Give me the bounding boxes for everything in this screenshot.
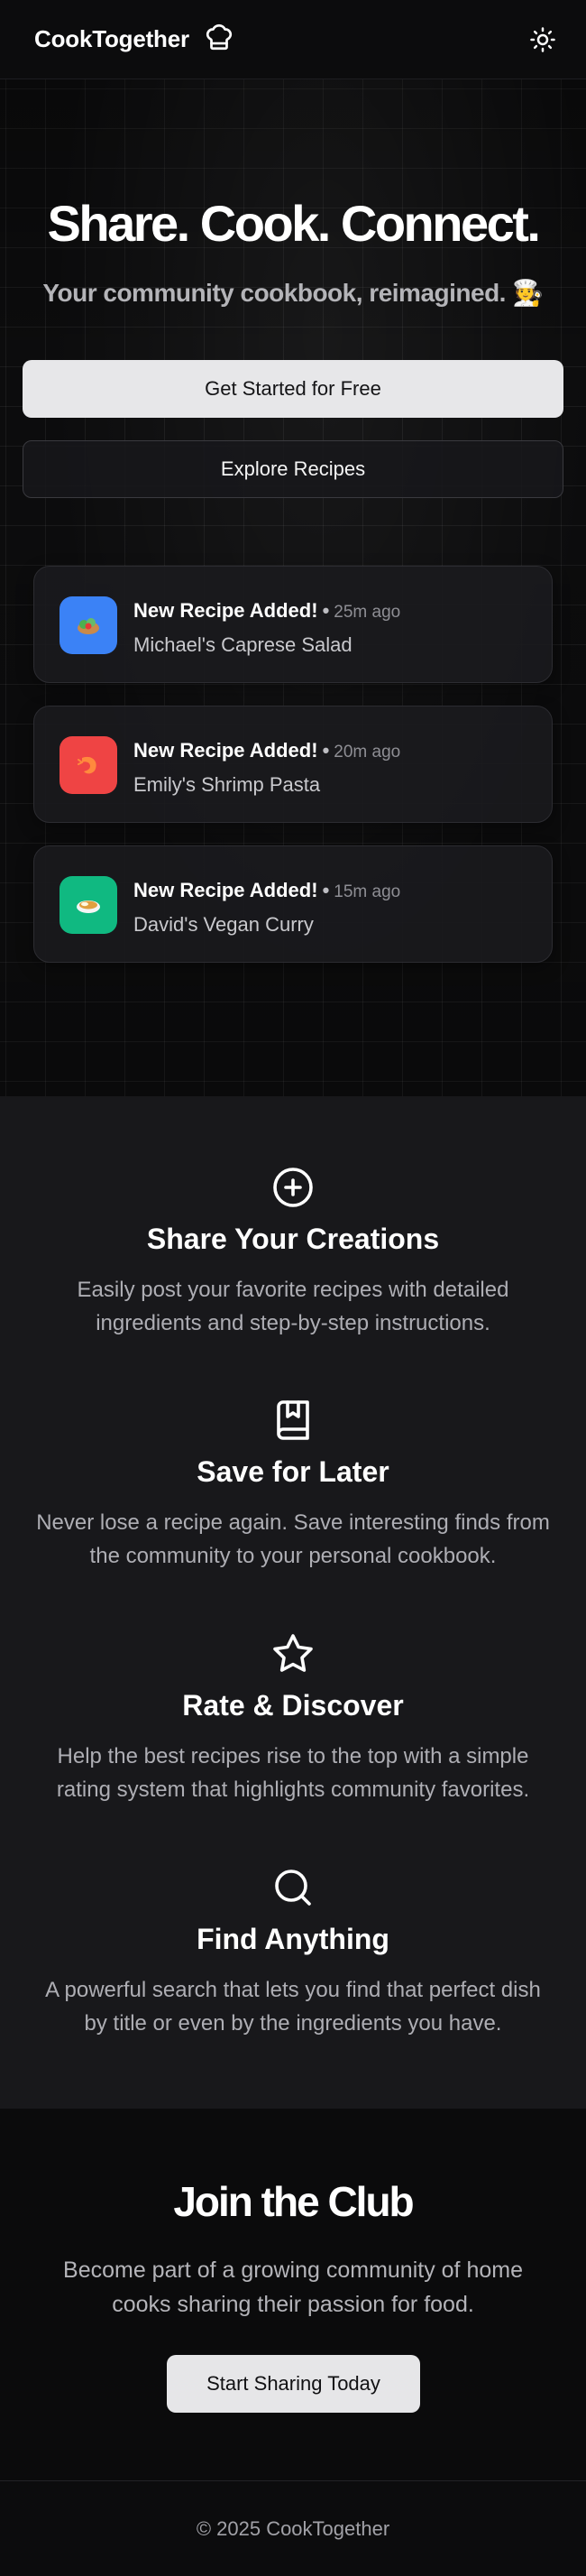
site-footer: © 2025 CookTogether bbox=[0, 2480, 586, 2576]
plus-circle-icon bbox=[273, 1168, 313, 1207]
features-section: Share Your Creations Easily post your fa… bbox=[0, 1096, 586, 2109]
recipe-feed-card[interactable]: New Recipe Added! • 25m ago Michael's Capr… bbox=[33, 566, 553, 683]
feed-separator: • bbox=[322, 599, 330, 622]
feature-description: Never lose a recipe again. Save interest… bbox=[36, 1510, 550, 1568]
feature-title: Share Your Creations bbox=[146, 1223, 440, 1255]
recipe-feed-card[interactable]: New Recipe Added! • 15m ago David's Vegan … bbox=[33, 845, 553, 963]
brand-name[interactable]: CookTogether bbox=[34, 25, 189, 53]
site-header: CookTogether bbox=[0, 0, 586, 79]
sun-icon bbox=[530, 26, 555, 52]
join-description: Become part of a growing community of ho… bbox=[63, 2257, 523, 2317]
salad-icon bbox=[60, 596, 117, 654]
feed-recipe-name: Emily's Shrimp Pasta bbox=[133, 773, 321, 796]
feature-description: A powerful search that lets you find tha… bbox=[45, 1978, 541, 2036]
hero-section: Share. Cook. Connect. Your community coo… bbox=[0, 79, 586, 1096]
theme-toggle-button[interactable] bbox=[526, 23, 559, 56]
feature-title: Save for Later bbox=[197, 1455, 389, 1488]
join-section: Join the Club Become part of a growing c… bbox=[0, 2109, 586, 2480]
feed-title: New Recipe Added! bbox=[133, 739, 318, 762]
recipe-feed-card[interactable]: New Recipe Added! • 20m ago Emily's Shrimp… bbox=[33, 706, 553, 823]
star-icon bbox=[273, 1634, 313, 1672]
hero-subtitle: Your community cookbook, reimagined. 🧑‍🍳 bbox=[42, 279, 544, 307]
feed-recipe-name: Michael's Caprese Salad bbox=[133, 633, 353, 656]
hero-title: Share. Cook. Connect. bbox=[47, 195, 541, 252]
feed-time: 20m ago bbox=[334, 743, 401, 762]
search-icon bbox=[275, 1870, 311, 1906]
chef-hat-icon bbox=[204, 22, 234, 57]
get-started-button[interactable]: Get Started for Free bbox=[23, 360, 563, 418]
feature-title: Find Anything bbox=[197, 1923, 389, 1955]
shrimp-icon bbox=[60, 736, 117, 794]
explore-recipes-button[interactable]: Explore Recipes bbox=[23, 440, 563, 498]
feed-separator: • bbox=[322, 879, 330, 901]
feed-title: New Recipe Added! bbox=[133, 599, 318, 622]
join-title: Join the Club bbox=[173, 2178, 414, 2225]
bookmark-icon bbox=[277, 1400, 309, 1440]
feed-time: 15m ago bbox=[334, 882, 401, 901]
feed-time: 25m ago bbox=[334, 603, 401, 622]
copyright-text: © 2025 CookTogether bbox=[196, 2516, 390, 2540]
feed-separator: • bbox=[322, 739, 330, 762]
feed-recipe-name: David's Vegan Curry bbox=[133, 913, 314, 936]
feature-description: Easily post your favorite recipes with d… bbox=[77, 1278, 509, 1335]
brand[interactable]: CookTogether bbox=[34, 22, 234, 57]
feature-title: Rate & Discover bbox=[182, 1689, 404, 1722]
feature-description: Help the best recipes rise to the top wi… bbox=[56, 1744, 530, 1802]
curry-icon bbox=[60, 876, 117, 934]
feed-title: New Recipe Added! bbox=[133, 879, 318, 901]
start-sharing-button[interactable]: Start Sharing Today bbox=[167, 2355, 420, 2413]
